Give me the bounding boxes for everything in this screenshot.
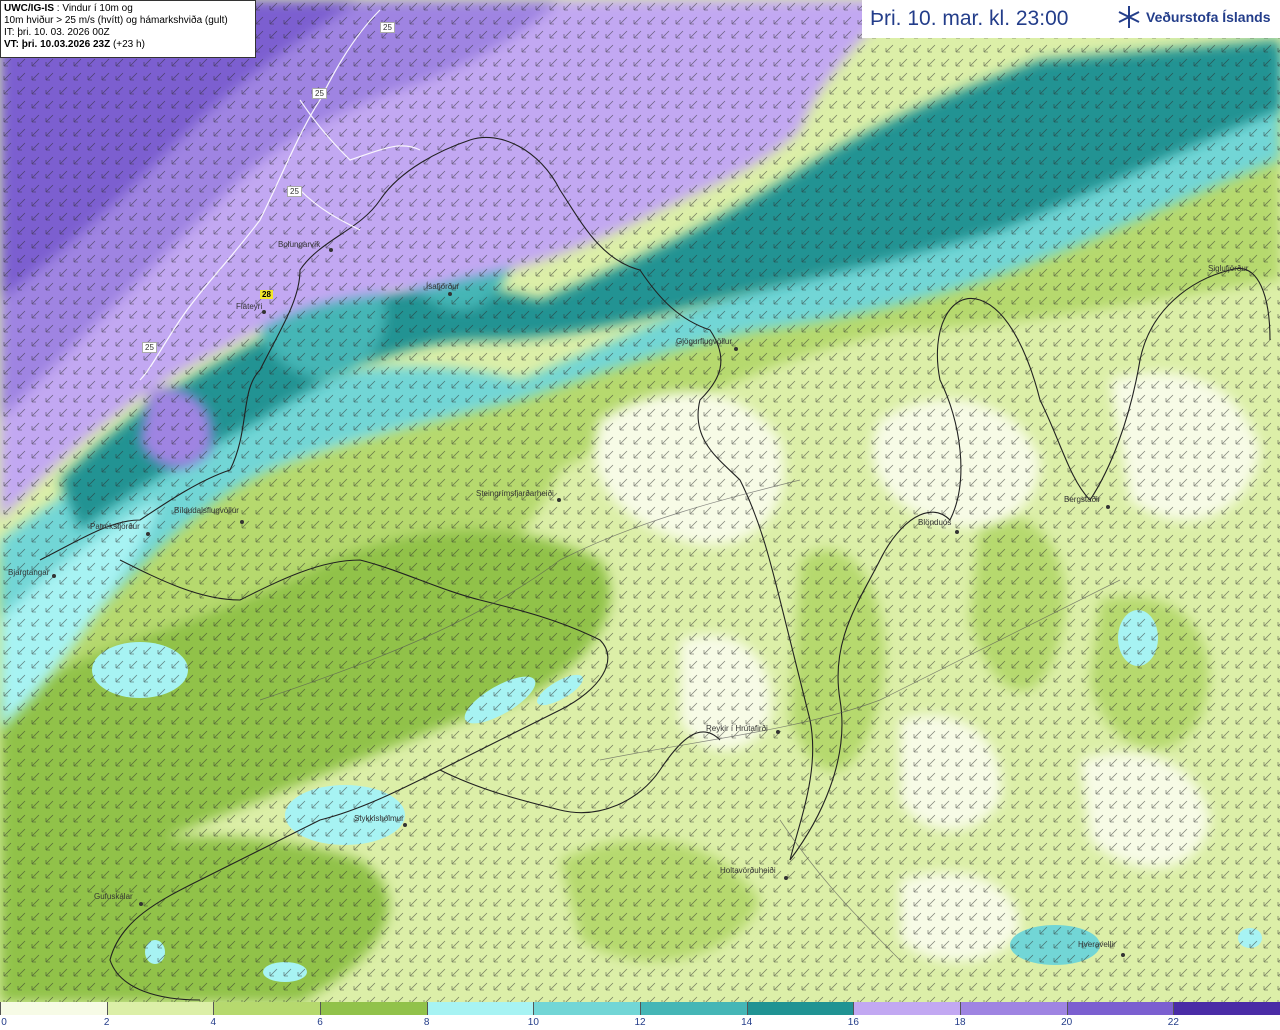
place-dot <box>139 902 143 906</box>
gust-contour-label: 25 <box>142 342 157 353</box>
place-dot <box>329 248 333 252</box>
place-dot <box>734 347 738 351</box>
legend-swatch <box>426 1002 534 1015</box>
place-siglufjordur: Siglufjörður <box>1208 264 1249 273</box>
legend-swatch <box>639 1002 747 1015</box>
place-isafjordur: Ísafjörður <box>426 282 460 291</box>
place-flateyri: Flateyri <box>236 302 263 311</box>
legend-tick-label: 16 <box>847 1017 859 1028</box>
place-dot <box>784 876 788 880</box>
legend-tick-label: 4 <box>210 1017 217 1028</box>
legend-tick-label: 22 <box>1167 1017 1179 1028</box>
legend-tick-label: 12 <box>634 1017 646 1028</box>
info-line1: : Vindur í 10m og <box>54 3 133 14</box>
legend-swatch <box>1066 1002 1174 1015</box>
logo: Veðurstofa Íslands <box>1116 4 1270 30</box>
gust-contour-label: 25 <box>312 88 327 99</box>
logo-text: Veðurstofa Íslands <box>1146 9 1271 25</box>
legend-tick-label: 6 <box>317 1017 323 1028</box>
legend-swatch <box>213 1002 320 1015</box>
place-dot <box>240 520 244 524</box>
place-dot <box>262 310 266 314</box>
place-bergstadir: Bergstaðir <box>1064 495 1101 504</box>
place-holtavorduheidi: Holtavörðuheiði <box>720 866 776 875</box>
legend-swatch <box>319 1002 427 1015</box>
legend-tick-label: 20 <box>1061 1017 1073 1028</box>
valid-time: VT: þri. 10.03.2026 23Z <box>4 39 111 50</box>
legend-tick-label: 8 <box>423 1017 430 1028</box>
info-box: UWC/IG-IS : Vindur í 10m og 10m hviður >… <box>0 0 256 58</box>
place-steingrimsfjardarheidi: Steingrímsfjarðarheiði <box>476 489 554 498</box>
gust-contour-label: 25 <box>287 186 302 197</box>
place-bildudalsflugvollur: Bíldudalsflugvöllur <box>174 506 239 515</box>
place-dot <box>448 292 452 296</box>
wind-map <box>0 0 1280 1002</box>
place-dot <box>955 530 959 534</box>
place-patreksfjordur: Patreksfjörður <box>90 522 140 531</box>
place-dot <box>776 730 780 734</box>
place-dot <box>1106 505 1110 509</box>
place-bolungarvik: Bolungarvík <box>278 240 321 249</box>
legend-swatch <box>0 1002 107 1015</box>
legend-swatch <box>1173 1002 1280 1015</box>
place-hveravellir: Hveravellir <box>1078 940 1116 949</box>
legend-tick-label: 14 <box>741 1017 753 1028</box>
legend-tick-label: 18 <box>954 1017 966 1028</box>
legend-swatch <box>853 1002 960 1015</box>
info-line2: 10m hviður > 25 m/s (hvítt) og hámarkshv… <box>4 15 228 26</box>
place-blonduos: Blönduós <box>918 518 952 527</box>
gust-contour-label: 25 <box>380 22 395 33</box>
title-box: Þri. 10. mar. kl. 23:00 Veðurstofa Íslan… <box>862 0 1280 38</box>
legend-swatch <box>533 1002 640 1015</box>
place-bjargtangar: Bjargtangar <box>8 568 50 577</box>
place-stykkisholmur: Stykkishólmur <box>354 814 404 823</box>
legend-bar <box>0 1002 1280 1015</box>
legend-swatch <box>959 1002 1067 1015</box>
lead-time: (+23 h) <box>110 39 145 50</box>
place-dot <box>52 574 56 578</box>
color-legend: 0 2 4 6 8 10 12 14 16 18 20 22 <box>0 1002 1280 1030</box>
model-name: UWC/IG-IS <box>4 3 54 14</box>
place-dot <box>146 532 150 536</box>
map-title: Þri. 10. mar. kl. 23:00 <box>870 7 1069 30</box>
legend-swatch <box>746 1002 854 1015</box>
place-dot <box>1121 953 1125 957</box>
legend-tick-label: 0 <box>1 1017 7 1028</box>
legend-tick-label: 2 <box>103 1017 110 1028</box>
place-gjogurflugvollur: Gjögurflugvöllur <box>676 337 733 346</box>
place-reykir: Reykir í Hrútafirði <box>706 724 768 733</box>
info-line3: IT: þri. 10. 03. 2026 00Z <box>4 27 110 38</box>
legend-tick-label: 10 <box>527 1017 539 1028</box>
place-dot <box>403 823 407 827</box>
snowflake-icon <box>1118 6 1140 28</box>
legend-swatch <box>106 1002 214 1015</box>
place-gufuskalar: Gufuskálar <box>94 892 133 901</box>
max-gust-label: 28 <box>260 290 273 299</box>
place-dot <box>557 498 561 502</box>
